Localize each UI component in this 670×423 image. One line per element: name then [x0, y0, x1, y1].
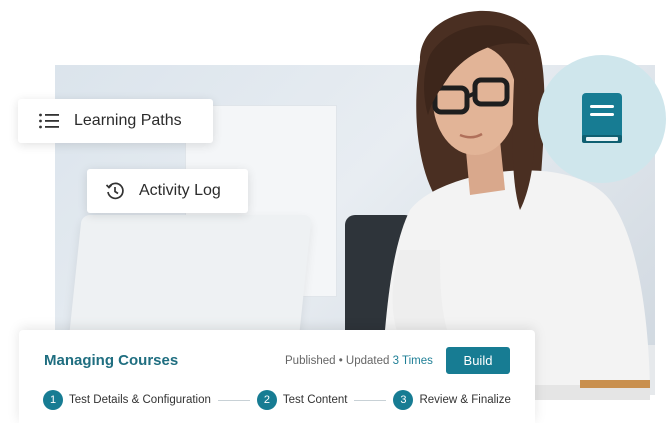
step-label: Test Content — [282, 394, 348, 406]
step-test-details[interactable]: 1 Test Details & Configuration — [43, 390, 211, 410]
step-connector — [217, 399, 250, 401]
book-icon — [582, 93, 622, 143]
step-number: 3 — [393, 390, 414, 410]
step-number: 2 — [256, 390, 277, 410]
status-text: Published • Updated — [285, 355, 390, 367]
step-label: Test Details & Configuration — [69, 394, 211, 406]
wizard-steps: 1 Test Details & Configuration 2 Test Co… — [43, 390, 511, 410]
updates-link[interactable]: 3 Times — [393, 355, 433, 367]
book-badge — [538, 55, 666, 183]
step-label: Review & Finalize — [419, 394, 511, 406]
step-test-content[interactable]: 2 Test Content — [256, 390, 348, 410]
laptop — [68, 215, 312, 345]
activity-log-label: Activity Log — [139, 182, 221, 199]
step-number: 1 — [43, 390, 63, 410]
learning-paths-label: Learning Paths — [74, 112, 182, 129]
panel-title: Managing Courses — [44, 352, 179, 369]
managing-courses-panel: Managing Courses Published • Updated 3 T… — [19, 330, 535, 423]
step-connector — [354, 399, 387, 401]
publish-status: Published • Updated 3 Times — [285, 355, 433, 367]
list-icon — [38, 112, 60, 130]
step-review-finalize[interactable]: 3 Review & Finalize — [393, 390, 511, 410]
build-button[interactable]: Build — [446, 347, 510, 374]
learning-paths-card[interactable]: Learning Paths — [18, 99, 213, 143]
activity-log-card[interactable]: Activity Log — [87, 169, 248, 213]
history-icon — [105, 181, 125, 201]
